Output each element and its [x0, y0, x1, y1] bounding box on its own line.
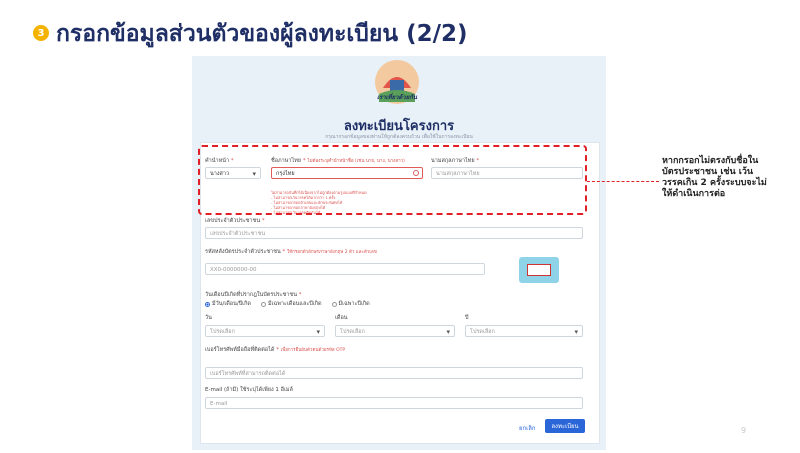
- month-select[interactable]: โปรดเลือก: [335, 325, 455, 337]
- radio-full-date[interactable]: มีวัน/เดือน/ปีเกิด: [205, 300, 251, 308]
- year-label: ปี: [465, 315, 469, 321]
- radio-dot: [260, 301, 266, 307]
- radio-month-year[interactable]: มีเฉพาะเดือนและปีเกิด: [260, 300, 322, 308]
- registration-screenshot: เราเที่ยวด้วยกัน ลงทะเบียนโครงการ กรุณาก…: [192, 56, 606, 450]
- step-number-badge: 3: [33, 25, 49, 41]
- radio-dot: [331, 301, 337, 307]
- cancel-button[interactable]: ยกเลิก: [519, 423, 536, 433]
- page-number: 9: [741, 426, 747, 435]
- form-subtitle: กรุณากรอกข้อมูลของท่านให้ถูกต้องครบถ้วน …: [325, 134, 473, 140]
- radio-year-only[interactable]: มีเฉพาะปีเกิด: [331, 300, 370, 308]
- id-number-input[interactable]: เลขประจำตัวประชาชน: [205, 227, 583, 239]
- year-select[interactable]: โปรดเลือก: [465, 325, 583, 337]
- phone-label: เบอร์โทรศัพท์มือถือที่ติดต่อได้ * เพื่อก…: [205, 347, 346, 353]
- month-label: เดือน: [335, 315, 348, 321]
- id-card-back-icon: [519, 257, 559, 283]
- slide-title: กรอกข้อมูลส่วนตัวของผู้ลงทะเบียน (2/2): [56, 21, 468, 47]
- email-label: E-mail (ถ้ามี) ใช้ระบุได้เพียง 1 อีเมล์: [205, 387, 293, 393]
- birthdate-type-radios: มีวัน/เดือน/ปีเกิด มีเฉพาะเดือนและปีเกิด…: [205, 300, 370, 308]
- laser-code-label: รหัสหลังบัตรประจำตัวประชาชน * ให้กรอกตัว…: [205, 249, 377, 255]
- day-label: วัน: [205, 315, 212, 321]
- callout-connector: [587, 181, 659, 182]
- name-fields-highlight: [198, 145, 587, 215]
- birthdate-label: วันเดือนปีเกิดที่ปรากฎในบัตรประชาชน *: [205, 292, 302, 298]
- day-select[interactable]: โปรดเลือก: [205, 325, 325, 337]
- email-input[interactable]: E-mail: [205, 397, 583, 409]
- id-number-label: เลขประจำตัวประชาชน *: [205, 218, 265, 224]
- callout-note: หากกรอกไม่ตรงกับชื่อในบัตรประชาชน เช่น เ…: [662, 156, 767, 199]
- phone-input[interactable]: เบอร์โทรศัพท์ที่สามารถติดต่อได้: [205, 367, 583, 379]
- register-button[interactable]: ลงทะเบียน: [545, 419, 585, 433]
- laser-code-input[interactable]: XX0-0000000-00: [205, 263, 485, 275]
- logo-caption: เราเที่ยวด้วยกัน: [376, 94, 418, 101]
- radio-dot: [205, 301, 210, 307]
